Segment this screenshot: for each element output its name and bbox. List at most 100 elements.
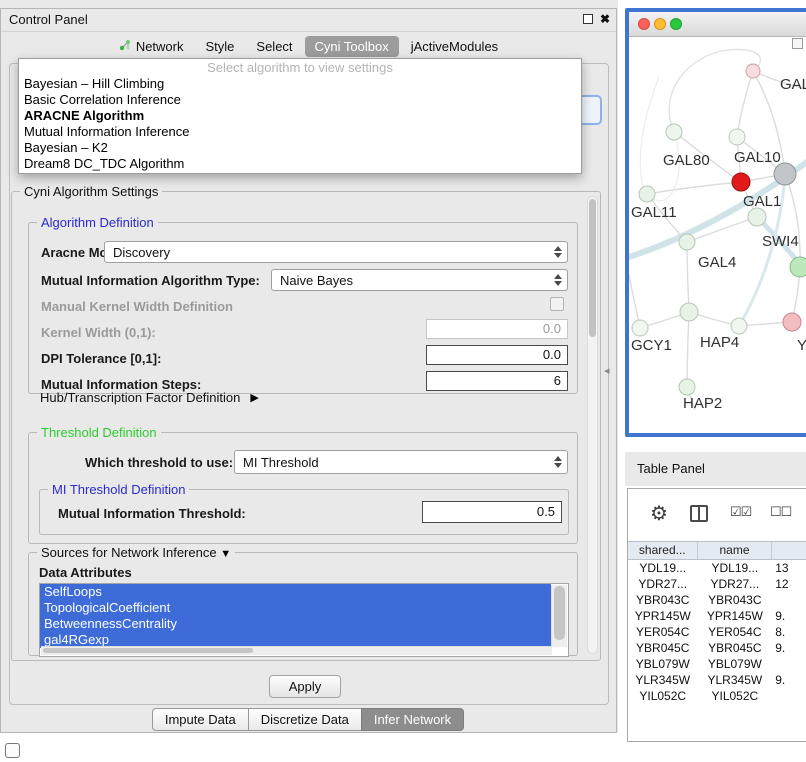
float-window-icon[interactable] (583, 14, 593, 24)
columns-icon[interactable] (690, 505, 708, 522)
table-cell[interactable]: YDR27... (697, 576, 772, 592)
column-header-name[interactable]: name (698, 542, 773, 559)
minimize-traffic-light-icon[interactable] (654, 18, 666, 30)
network-node-gal4[interactable] (679, 234, 695, 250)
table-cell[interactable] (772, 592, 806, 608)
network-node-node-mid-low[interactable] (731, 318, 747, 334)
aracne-mode-select[interactable]: Discovery (104, 241, 568, 263)
table-row[interactable]: YIL052CYIL052C (628, 688, 806, 704)
minimized-panel-icon[interactable] (5, 743, 20, 758)
table-cell[interactable]: 9. (772, 640, 806, 656)
table-row[interactable]: YPR145WYPR145W9. (628, 608, 806, 624)
gear-icon[interactable]: ⚙ (650, 501, 668, 526)
network-edge[interactable] (640, 77, 659, 194)
table-row[interactable]: YER054CYER054C8. (628, 624, 806, 640)
network-edge[interactable] (647, 182, 741, 194)
which-threshold-select[interactable]: MI Threshold (234, 450, 568, 474)
network-edge[interactable] (737, 71, 753, 137)
canvas-scrollbar-button[interactable] (792, 38, 803, 49)
network-edge[interactable] (687, 312, 689, 387)
network-node-node-pink-top[interactable] (746, 64, 760, 78)
table-row[interactable]: YDR27...YDR27...12 (628, 576, 806, 592)
zoom-traffic-light-icon[interactable] (670, 18, 682, 30)
sources-title-text[interactable]: Sources for Network Inference (41, 545, 217, 560)
bottom-tab-impute-data[interactable]: Impute Data (152, 708, 249, 731)
table-cell[interactable]: YBR043C (628, 592, 697, 608)
network-node-hap4[interactable] (680, 303, 698, 321)
network-edge[interactable] (687, 242, 689, 312)
table-row[interactable]: YDL19...YDL19...13 (628, 560, 806, 576)
dpi-tolerance-field[interactable]: 0.0 (426, 345, 568, 365)
network-node-gal1[interactable] (748, 208, 766, 226)
table-cell[interactable]: YDR27... (628, 576, 697, 592)
list-vertical-scrollbar[interactable] (551, 585, 567, 647)
mi-steps-field[interactable]: 6 (426, 371, 568, 391)
network-node-node-gray-hub[interactable] (774, 163, 796, 185)
settings-scrollbar[interactable] (587, 196, 598, 654)
table-row[interactable]: YBL079WYBL079W (628, 656, 806, 672)
network-edge[interactable] (669, 51, 721, 132)
attribute-item[interactable]: TopologicalCoefficient (40, 600, 551, 616)
table-cell[interactable]: YBL079W (628, 656, 697, 672)
table-cell[interactable]: YIL052C (628, 688, 697, 704)
table-cell[interactable]: YER054C (628, 624, 697, 640)
table-cell[interactable]: YBR045C (697, 640, 772, 656)
network-node-gal11[interactable] (639, 186, 655, 202)
hub-factor-section-toggle[interactable]: Hub/Transcription Factor Definition ▶ (40, 390, 259, 405)
table-cell[interactable]: 12 (772, 576, 806, 592)
table-cell[interactable]: YBR043C (697, 592, 772, 608)
tab-jactivemodules[interactable]: jActiveModules (401, 36, 508, 57)
table-cell[interactable]: YBL079W (697, 656, 772, 672)
network-node-gcy1[interactable] (632, 320, 648, 336)
attribute-item[interactable]: SelfLoops (40, 584, 551, 600)
table-cell[interactable]: 13 (772, 560, 806, 576)
close-traffic-light-icon[interactable] (638, 18, 650, 30)
select-all-icon[interactable]: ☑☑ (730, 504, 751, 520)
table-cell[interactable]: YPR145W (628, 608, 697, 624)
table-cell[interactable]: YLR345W (628, 672, 697, 688)
table-cell[interactable]: YER054C (697, 624, 772, 640)
network-canvas[interactable]: GAL80GAL10GAL11GAL1SWI4GAL4GCY1HAP4HAP2G… (629, 37, 806, 410)
tab-select[interactable]: Select (246, 36, 302, 57)
network-node-hap2[interactable] (679, 379, 695, 395)
network-node-gal80[interactable] (666, 124, 682, 140)
mi-threshold-field[interactable]: 0.5 (422, 501, 562, 523)
column-header-shared[interactable]: shared... (628, 542, 698, 559)
collapse-triangle-icon[interactable]: ▼ (220, 548, 231, 560)
table-cell[interactable]: YIL052C (697, 688, 772, 704)
table-row[interactable]: YLR345WYLR345W9. (628, 672, 806, 688)
table-cell[interactable]: 9. (772, 672, 806, 688)
algorithm-option[interactable]: Bayesian – Hill Climbing (19, 76, 581, 92)
network-node-gal10[interactable] (732, 173, 750, 191)
table-row[interactable]: YBR043CYBR043C (628, 592, 806, 608)
scrollbar-thumb[interactable] (554, 586, 565, 640)
scrollbar-thumb[interactable] (589, 199, 596, 337)
table-cell[interactable]: 8. (772, 624, 806, 640)
scrollbar-thumb[interactable] (43, 648, 253, 653)
tab-style[interactable]: Style (196, 36, 245, 57)
network-node-swi4[interactable] (790, 257, 806, 277)
table-row[interactable]: YBR045CYBR045C9. (628, 640, 806, 656)
apply-button[interactable]: Apply (269, 675, 341, 698)
bottom-tab-discretize-data[interactable]: Discretize Data (248, 708, 362, 731)
algorithm-option[interactable]: Mutual Information Inference (19, 124, 581, 140)
tab-cyni-toolbox[interactable]: Cyni Toolbox (305, 36, 399, 57)
algorithm-option[interactable]: ARACNE Algorithm (19, 108, 581, 124)
table-cell[interactable]: YLR345W (697, 672, 772, 688)
table-cell[interactable]: 9. (772, 608, 806, 624)
table-cell[interactable]: YDL19... (628, 560, 697, 576)
table-cell[interactable]: YDL19... (697, 560, 772, 576)
table-cell[interactable] (772, 656, 806, 672)
algorithm-option[interactable]: Basic Correlation Inference (19, 92, 581, 108)
bottom-tab-infer-network[interactable]: Infer Network (361, 708, 464, 731)
tab-network[interactable]: Network (109, 36, 194, 57)
table-cell[interactable] (772, 688, 806, 704)
deselect-all-icon[interactable]: ☐☐ (770, 504, 791, 520)
algorithm-option[interactable]: Dream8 DC_TDC Algorithm (19, 156, 581, 172)
list-horizontal-scrollbar[interactable] (41, 646, 552, 655)
column-header-col2[interactable] (772, 542, 806, 559)
network-window-titlebar[interactable] (629, 12, 806, 37)
mi-type-select[interactable]: Naive Bayes (271, 269, 568, 291)
table-cell[interactable]: YBR045C (628, 640, 697, 656)
close-icon[interactable]: ✖ (600, 13, 610, 25)
